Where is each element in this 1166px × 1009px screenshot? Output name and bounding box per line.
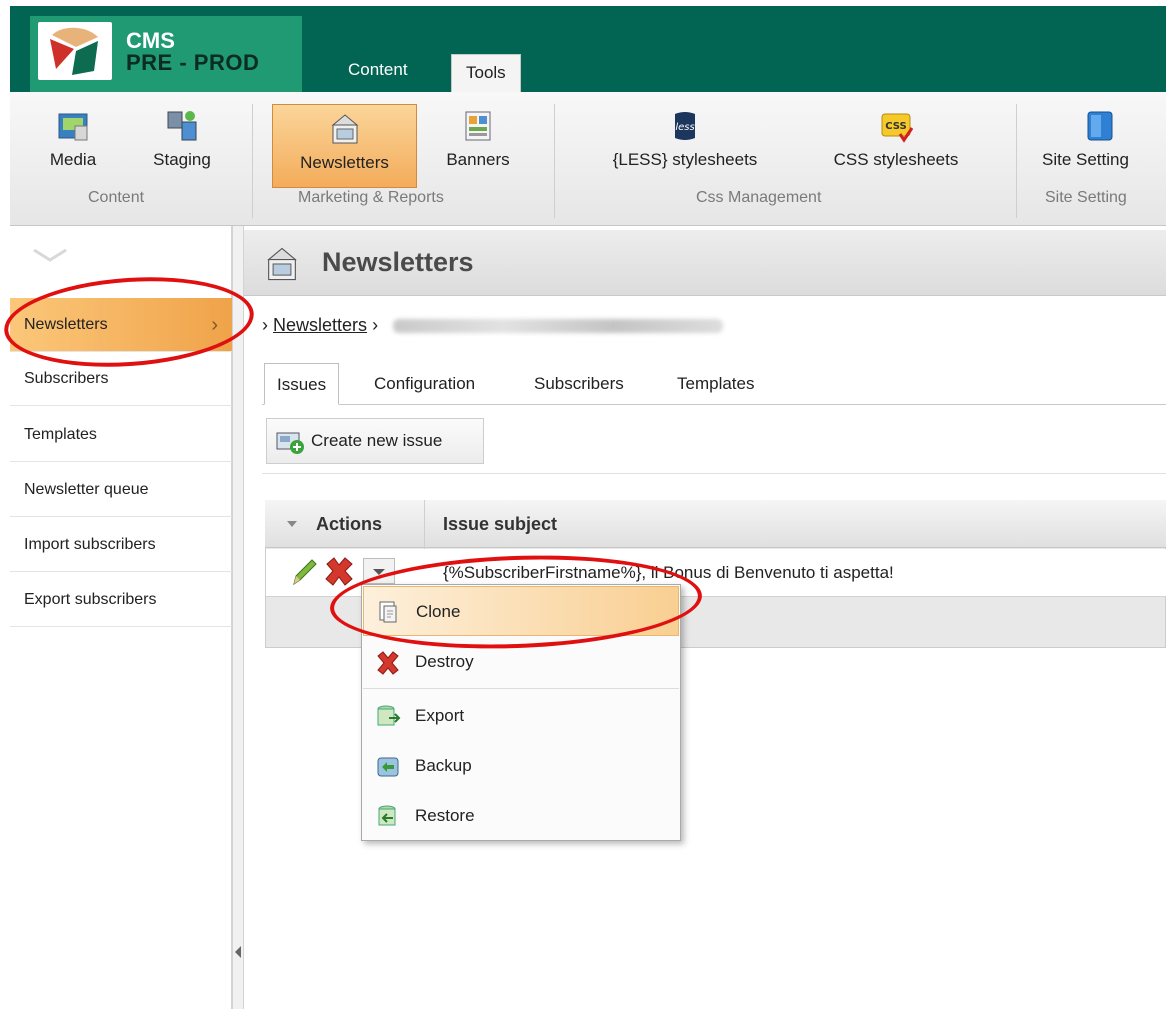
destroy-icon: [377, 651, 399, 675]
tab-content[interactable]: Content: [334, 54, 422, 86]
ribbon-css-stylesheets-button[interactable]: CSS CSS stylesheets: [808, 108, 984, 184]
tab-issues[interactable]: Issues: [264, 363, 340, 405]
brand-line-2: PRE - PROD: [126, 50, 260, 75]
sidebar-item-label: Newsletters: [24, 316, 108, 333]
newsletter-icon: [331, 114, 358, 144]
tab-configuration[interactable]: Configuration: [374, 363, 475, 405]
chevron-right-icon: ›: [211, 314, 218, 336]
breadcrumb: › Newsletters ›: [262, 312, 724, 338]
menu-item-label: Restore: [415, 806, 475, 825]
less-icon: less: [675, 112, 695, 140]
sidebar-item-newsletters[interactable]: Newsletters ›: [10, 298, 232, 352]
breadcrumb-link-newsletters[interactable]: Newsletters: [273, 315, 367, 335]
create-issue-icon: [276, 432, 304, 454]
ribbon-label: Newsletters: [300, 153, 389, 172]
ribbon-media-button[interactable]: Media: [40, 108, 106, 184]
menu-item-restore[interactable]: Restore: [363, 791, 679, 841]
tab-tools[interactable]: Tools: [451, 54, 521, 92]
breadcrumb-arrow-icon: ›: [372, 315, 379, 335]
delete-x-icon[interactable]: [322, 556, 356, 588]
ribbon-less-stylesheets-button[interactable]: less {LESS} stylesheets: [584, 108, 786, 184]
create-new-issue-button[interactable]: Create new issue: [266, 418, 484, 464]
export-icon: [377, 705, 401, 726]
ribbon-label: CSS stylesheets: [833, 150, 959, 169]
grid-header: [265, 500, 1166, 548]
sidebar-item-import-subscribers[interactable]: Import subscribers: [10, 518, 232, 572]
sidebar-item-newsletter-queue[interactable]: Newsletter queue: [10, 463, 232, 517]
sort-down-icon[interactable]: [286, 519, 298, 529]
ribbon-label: {LESS} stylesheets: [612, 150, 758, 169]
edit-pencil-icon[interactable]: [290, 558, 318, 588]
menu-item-backup[interactable]: Backup: [363, 741, 679, 791]
menu-item-label: Clone: [416, 602, 461, 621]
sidebar-item-templates[interactable]: Templates: [10, 408, 232, 462]
backup-icon: [377, 757, 399, 777]
sidebar-splitter[interactable]: [232, 226, 244, 1009]
media-icon: [58, 113, 88, 141]
tab-subscribers[interactable]: Subscribers: [534, 363, 624, 405]
newsletter-icon: [267, 247, 297, 281]
ribbon-label: Media: [49, 150, 97, 169]
menu-item-export[interactable]: Export: [363, 691, 679, 741]
ribbon-separator: [252, 104, 253, 218]
collapse-arrow-icon[interactable]: [233, 944, 243, 960]
svg-text:less: less: [675, 122, 694, 133]
grid-header-issue-subject[interactable]: Issue subject: [443, 500, 557, 548]
ribbon-group-content: Content: [88, 189, 145, 206]
restore-icon: [378, 805, 396, 826]
ribbon-newsletters-button[interactable]: Newsletters: [272, 104, 417, 188]
breadcrumb-current-blurred: [393, 319, 724, 334]
ribbon-label: Banners: [446, 150, 510, 169]
staging-icon: [167, 111, 197, 141]
sidebar-item-subscribers[interactable]: Subscribers: [10, 352, 232, 406]
ribbon-separator: [1016, 104, 1017, 218]
menu-item-destroy[interactable]: Destroy: [363, 637, 679, 687]
ribbon-group-site-settings: Site Setting: [1045, 189, 1127, 206]
sidebar-item-export-subscribers[interactable]: Export subscribers: [10, 573, 232, 627]
menu-item-clone[interactable]: Clone: [363, 586, 679, 636]
chevron-down-icon: [373, 569, 385, 575]
clone-icon: [379, 601, 397, 623]
cms-logo[interactable]: [38, 22, 112, 80]
site-settings-icon: [1087, 111, 1113, 141]
create-new-issue-label: Create new issue: [311, 431, 443, 450]
ribbon-site-settings-button[interactable]: Site Setting: [1042, 108, 1166, 184]
menu-item-label: Export: [415, 706, 465, 725]
sidebar-collapse-chevron-icon[interactable]: [30, 244, 70, 266]
ribbon-group-marketing: Marketing & Reports: [298, 189, 444, 206]
svg-text:CSS: CSS: [885, 121, 906, 132]
page-title: Newsletters: [322, 247, 474, 277]
tab-templates[interactable]: Templates: [677, 363, 754, 405]
menu-separator: [363, 688, 679, 689]
ribbon-banners-button[interactable]: Banners: [430, 108, 526, 184]
ribbon-label: Staging: [153, 150, 211, 169]
ribbon-group-css: Css Management: [696, 189, 822, 206]
banners-icon: [465, 111, 491, 141]
actions-dropdown-button[interactable]: [363, 558, 395, 584]
css-icon: CSS: [881, 113, 914, 143]
breadcrumb-arrow-icon: ›: [262, 315, 268, 335]
brand-line-1: CMS: [126, 28, 175, 53]
ribbon-staging-button[interactable]: Staging: [140, 108, 224, 184]
menu-item-label: Backup: [415, 756, 472, 775]
grid-header-actions[interactable]: Actions: [316, 500, 382, 548]
menu-item-label: Destroy: [415, 652, 474, 671]
ribbon-separator: [554, 104, 555, 218]
ribbon-label: Site Setting: [1042, 150, 1129, 169]
